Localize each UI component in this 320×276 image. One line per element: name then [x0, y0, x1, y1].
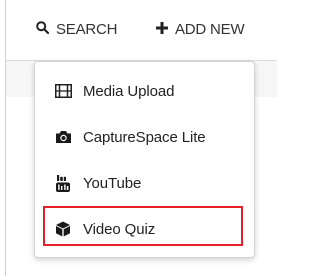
camera-icon	[54, 128, 72, 146]
menu-item-video-quiz[interactable]: Video Quiz	[35, 207, 254, 251]
search-label: SEARCH	[56, 20, 118, 38]
menu-item-media-upload[interactable]: Media Upload	[35, 69, 254, 113]
menu-item-label: CaptureSpace Lite	[83, 128, 206, 146]
app-frame: SEARCH ADD NEW Media Upload CaptureSpace…	[5, 0, 277, 276]
add-new-label: ADD NEW	[175, 20, 245, 38]
menu-item-youtube[interactable]: YouTube	[35, 161, 254, 205]
menu-item-label: Video Quiz	[83, 220, 156, 238]
search-button[interactable]: SEARCH	[36, 20, 118, 38]
youtube-icon	[54, 174, 72, 192]
menu-item-label: YouTube	[83, 174, 142, 192]
plus-icon	[156, 21, 168, 38]
toolbar: SEARCH ADD NEW	[6, 0, 277, 61]
menu-item-label: Media Upload	[83, 82, 175, 100]
menu-item-capturespace-lite[interactable]: CaptureSpace Lite	[35, 115, 254, 159]
search-icon	[36, 20, 50, 38]
film-icon	[54, 82, 72, 100]
cube-icon	[54, 220, 72, 238]
add-new-dropdown-menu: Media Upload CaptureSpace Lite YouTube V…	[34, 61, 255, 258]
add-new-button[interactable]: ADD NEW	[156, 20, 245, 38]
